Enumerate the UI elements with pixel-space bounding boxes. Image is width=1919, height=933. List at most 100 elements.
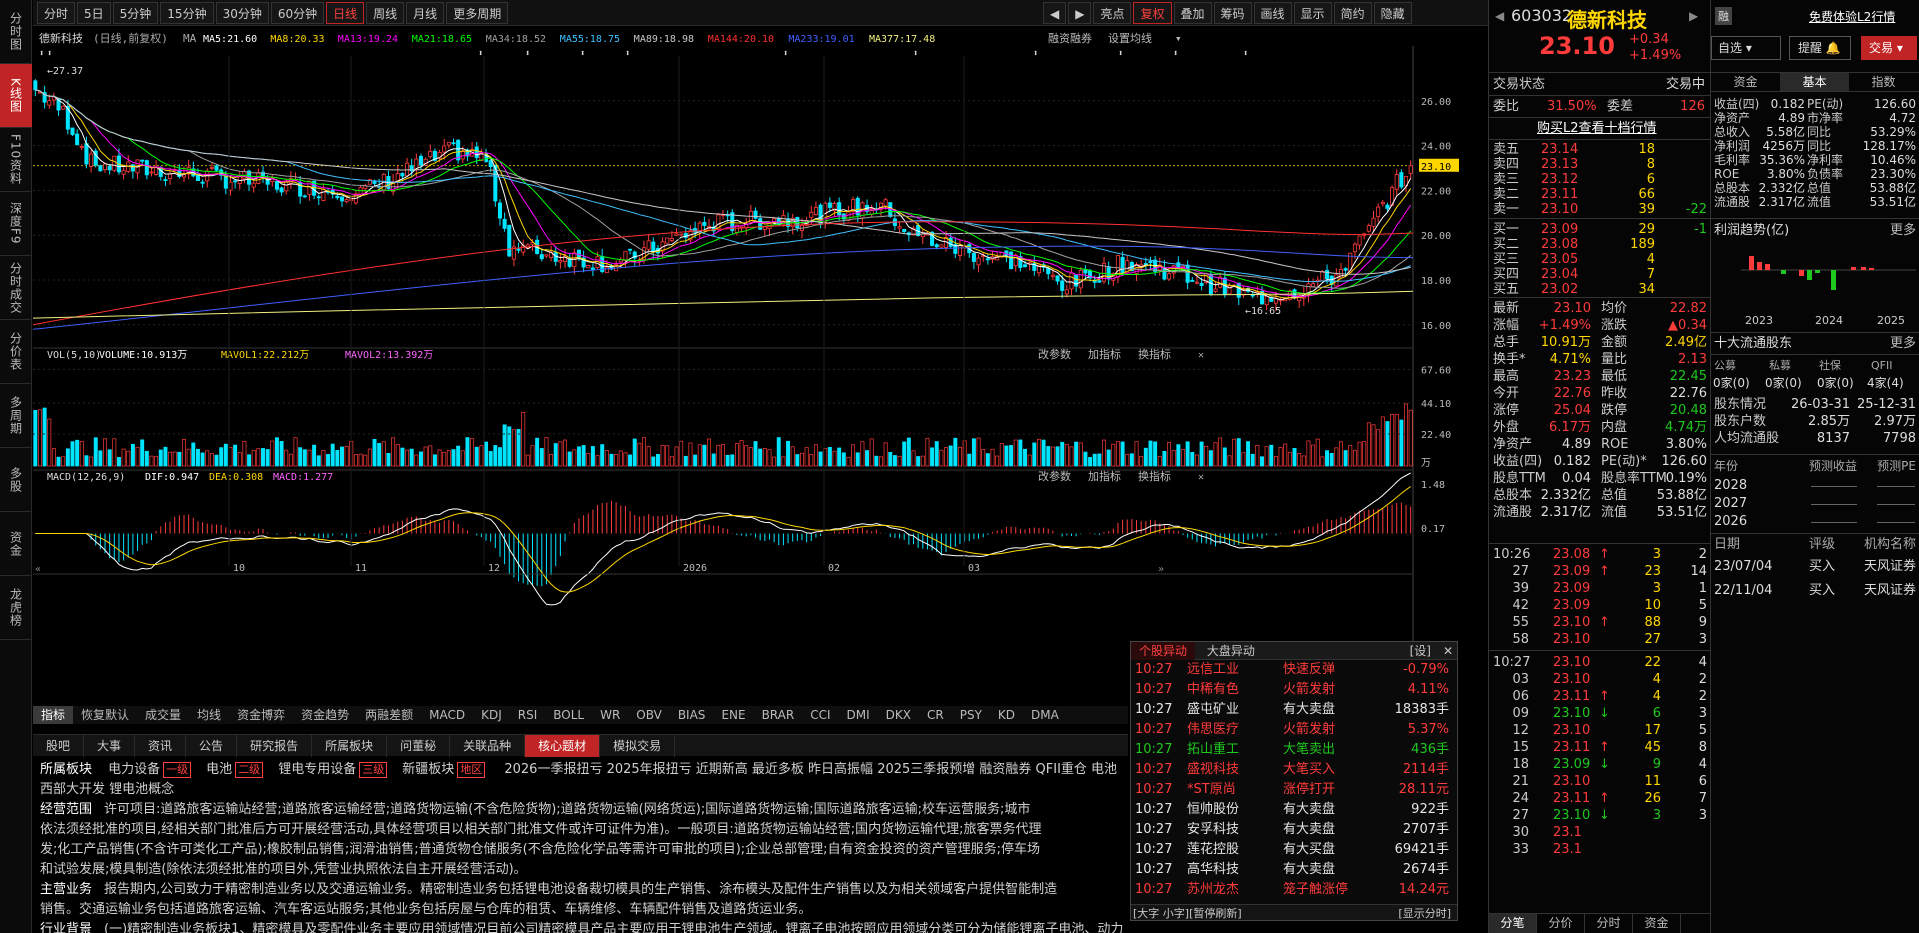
indicator-tab-7[interactable]: MACD [421, 706, 473, 724]
vol-link-0[interactable]: 改参数 [1038, 347, 1071, 361]
indicator-tab-4[interactable]: 资金博弈 [229, 706, 293, 724]
indicator-tab-5[interactable]: 资金趋势 [293, 706, 357, 724]
toolbar-item-1[interactable]: 复权 [1133, 2, 1172, 24]
indicator-tab-17[interactable]: DMI [839, 706, 878, 724]
alert-button[interactable]: 提醒 🔔 [1789, 36, 1851, 60]
period-0[interactable]: 分时 [37, 2, 76, 24]
indicator-tab-8[interactable]: KDJ [473, 706, 510, 724]
alert-row[interactable]: 10:27 安孚科技 有大卖盘 2707手 [1131, 820, 1457, 840]
macd-link-1[interactable]: 加指标 [1088, 469, 1121, 483]
indicator-tab-16[interactable]: CCI [802, 706, 838, 724]
event-marker-icon[interactable]: ⬍ [1118, 49, 1123, 59]
board-item[interactable]: 锂电专用设备 三级 [278, 762, 390, 778]
alert-row[interactable]: 10:27 盛视科技 大笔买入 2114手 [1131, 760, 1457, 780]
indicator-tab-11[interactable]: WR [592, 706, 628, 724]
left-tab-6[interactable]: 多周期 [0, 384, 32, 448]
alert-tab-market[interactable]: 大盘异动 [1199, 642, 1263, 660]
f10-tab-8[interactable]: 核心题材 [525, 735, 601, 757]
alert-tab-stock[interactable]: 个股异动 [1131, 642, 1196, 660]
f10-tab-7[interactable]: 关联品种 [450, 735, 526, 757]
f10-tab-3[interactable]: 公告 [186, 735, 238, 757]
toolbar-item-5[interactable]: 显示 [1293, 2, 1332, 24]
indicator-tab-22[interactable]: DMA [1023, 706, 1067, 724]
alert-stock[interactable]: 远信工业 [1187, 660, 1239, 680]
left-tab-4[interactable]: 分时成交 [0, 256, 32, 320]
alert-row[interactable]: 10:27 *ST原尚 涨停打开 28.11元 [1131, 780, 1457, 800]
period-8[interactable]: 月线 [406, 2, 445, 24]
indicator-tab-6[interactable]: 两融差额 [357, 706, 421, 724]
indicator-tab-18[interactable]: DKX [878, 706, 919, 724]
board-item[interactable]: 电力设备 一级 [108, 762, 194, 778]
indicator-tab-1[interactable]: 恢复默认 [73, 706, 137, 724]
left-tab-5[interactable]: 分价表 [0, 320, 32, 384]
indicator-tab-3[interactable]: 均线 [189, 706, 229, 724]
event-marker-icon[interactable]: ⬍ [1173, 49, 1178, 59]
event-marker-icon[interactable]: ⬍ [47, 49, 52, 59]
indicator-tab-2[interactable]: 成交量 [137, 706, 189, 724]
fund-tab-2[interactable]: 指数 [1849, 73, 1918, 91]
f10-tab-6[interactable]: 问董秘 [387, 735, 451, 757]
alert-row[interactable]: 10:27 高华科技 有大卖盘 2674手 [1131, 860, 1457, 880]
margin-trading-link[interactable]: 融资融券 [1048, 31, 1092, 45]
board-item[interactable]: 新疆板块 地区 [402, 762, 488, 778]
prev-stock-icon[interactable]: ◀ [1495, 9, 1504, 23]
fund-tab-1[interactable]: 基本 [1780, 73, 1849, 91]
left-tab-1[interactable]: K线图 [0, 64, 32, 128]
event-marker-icon[interactable]: ⬍ [478, 49, 483, 59]
indicator-tab-10[interactable]: BOLL [545, 706, 592, 724]
period-6[interactable]: 日线 [326, 2, 365, 24]
alert-row[interactable]: 10:27 盛屯矿业 有大卖盘 18383手 [1131, 700, 1457, 720]
event-marker-icon[interactable]: ⬍ [39, 49, 44, 59]
alert-stock[interactable]: 高华科技 [1187, 860, 1239, 880]
alert-stock[interactable]: 苏州龙杰 [1187, 880, 1239, 900]
right-arrow-icon[interactable]: ▶ [1068, 2, 1092, 24]
concept-list[interactable]: 2026一季报扭亏 2025年报扭亏 近期新高 最近多板 昨日高振幅 2025三… [504, 762, 1117, 777]
close-icon[interactable]: ✕ [1198, 350, 1204, 361]
left-tab-2[interactable]: F10资料 [0, 128, 32, 192]
left-arrow-icon[interactable]: ◀ [1043, 2, 1067, 24]
event-marker-icon[interactable]: ⬍ [1243, 49, 1248, 59]
period-7[interactable]: 周线 [366, 2, 405, 24]
alert-stock[interactable]: 莲花控股 [1187, 840, 1239, 860]
event-marker-icon[interactable]: ⬍ [913, 49, 918, 59]
macd-link-2[interactable]: 换指标 [1138, 469, 1171, 483]
alert-stock[interactable]: 伟思医疗 [1187, 720, 1239, 740]
period-9[interactable]: 更多周期 [446, 2, 509, 24]
toolbar-item-4[interactable]: 画线 [1253, 2, 1292, 24]
kline-chart-svg[interactable]: 德新科技 (日线,前复权) MA MA5:21.60 MA8:20.33 MA13:19.… [32, 26, 1488, 716]
indicator-tab-15[interactable]: BRAR [754, 706, 803, 724]
left-tab-9[interactable]: 龙虎榜 [0, 576, 32, 640]
alert-settings[interactable]: [设] [1402, 642, 1439, 660]
indicator-tab-19[interactable]: CR [919, 706, 952, 724]
toolbar-item-2[interactable]: 叠加 [1173, 2, 1212, 24]
alert-stock[interactable]: 拓山重工 [1187, 740, 1239, 760]
alert-row[interactable]: 10:27 莲花控股 有大买盘 69421手 [1131, 840, 1457, 860]
alert-row[interactable]: 10:27 拓山重工 大笔卖出 436手 [1131, 740, 1457, 760]
left-tab-0[interactable]: 分时图 [0, 0, 32, 64]
f10-tab-2[interactable]: 资讯 [135, 735, 187, 757]
indicator-tab-20[interactable]: PSY [952, 706, 990, 724]
alert-stock[interactable]: *ST原尚 [1187, 780, 1236, 800]
alert-font-controls[interactable]: [大字 小字][暂停刷新] [1133, 905, 1242, 921]
alert-stock[interactable]: 盛视科技 [1187, 760, 1239, 780]
indicator-tab-13[interactable]: BIAS [670, 706, 714, 724]
chevron-down-icon[interactable]: ▾ [1175, 32, 1182, 45]
alert-row[interactable]: 10:27 苏州龙杰 笼子触涨停 14.24元 [1131, 880, 1457, 900]
vol-link-1[interactable]: 加指标 [1088, 347, 1121, 361]
quote-tab-0[interactable]: 分笔 [1489, 914, 1537, 933]
event-marker-icon[interactable]: ⬍ [525, 49, 530, 59]
period-5[interactable]: 60分钟 [270, 2, 325, 24]
left-tab-3[interactable]: 深度F9 [0, 192, 32, 256]
alert-stock[interactable]: 安孚科技 [1187, 820, 1239, 840]
concept-line-2[interactable]: 西部大开发 锂电池概念 [40, 780, 1128, 800]
period-1[interactable]: 5日 [77, 2, 111, 24]
show-timeshare-link[interactable]: [显示分时] [1398, 905, 1451, 921]
f10-tab-9[interactable]: 模拟交易 [600, 735, 676, 757]
indicator-tab-0[interactable]: 指标 [33, 706, 74, 724]
quote-tab-3[interactable]: 资金 [1633, 914, 1681, 933]
next-stock-icon[interactable]: ▶ [1689, 9, 1698, 23]
alert-stock[interactable]: 中稀有色 [1187, 680, 1239, 700]
alert-stock[interactable]: 恒帅股份 [1187, 800, 1239, 820]
left-tab-7[interactable]: 多股 [0, 448, 32, 512]
scroll-right-icon[interactable]: » [1158, 564, 1164, 575]
